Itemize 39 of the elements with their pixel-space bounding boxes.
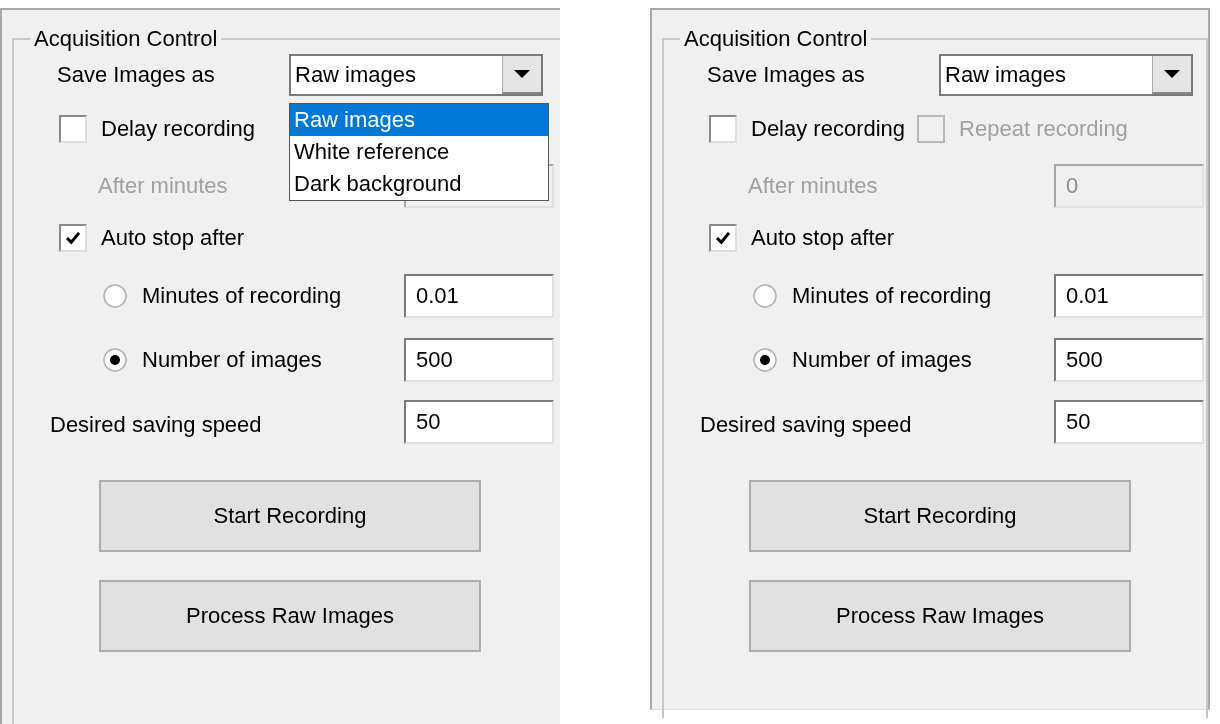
action-button[interactable]: Process Raw Images — [99, 580, 481, 652]
checkbox[interactable] — [59, 115, 87, 143]
group-title: Acquisition Control — [33, 26, 219, 52]
radio-button[interactable] — [752, 283, 778, 309]
dropdown-option[interactable]: Dark background — [290, 168, 548, 200]
checkbox[interactable] — [59, 224, 87, 252]
checkbox-label[interactable]: Delay recording — [751, 116, 906, 142]
radio-button[interactable] — [102, 283, 128, 309]
checkbox-label[interactable]: Delay recording — [101, 116, 256, 142]
radio-label[interactable]: Number of images — [142, 347, 404, 373]
input-field[interactable]: 0.01 — [404, 274, 554, 318]
input-field[interactable]: 500 — [404, 338, 554, 382]
input-field[interactable]: 50 — [404, 400, 554, 444]
dropdown-option[interactable]: Raw images — [290, 104, 548, 136]
field-label: Save Images as — [707, 62, 866, 88]
field-label: Save Images as — [57, 62, 216, 88]
save-format-dropdown[interactable]: Raw images — [939, 54, 1193, 96]
group-title: Acquisition Control — [683, 26, 869, 52]
checkbox[interactable] — [709, 115, 737, 143]
checkbox-label[interactable]: Auto stop after — [101, 225, 245, 251]
dropdown-option[interactable]: White reference — [290, 136, 548, 168]
save-format-dropdown[interactable]: Raw images — [289, 54, 543, 96]
checkbox[interactable] — [709, 224, 737, 252]
radio-label[interactable]: Minutes of recording — [142, 283, 404, 309]
checkbox-label[interactable]: Auto stop after — [751, 225, 895, 251]
field-label: Desired saving speed — [700, 411, 913, 438]
input-field[interactable]: 500 — [1054, 338, 1204, 382]
radio-label[interactable]: Minutes of recording — [792, 283, 1054, 309]
radio-label[interactable]: Number of images — [792, 347, 1054, 373]
radio-button[interactable] — [752, 347, 778, 373]
input-field[interactable]: 0.01 — [1054, 274, 1204, 318]
field-label: After minutes — [748, 173, 878, 199]
radio-button[interactable] — [102, 347, 128, 373]
action-button[interactable]: Start Recording — [749, 480, 1131, 552]
field-label: After minutes — [98, 173, 228, 199]
field-label: Desired saving speed — [50, 411, 263, 438]
input-field[interactable]: 50 — [1054, 400, 1204, 444]
action-button[interactable]: Start Recording — [99, 480, 481, 552]
action-button[interactable]: Process Raw Images — [749, 580, 1131, 652]
